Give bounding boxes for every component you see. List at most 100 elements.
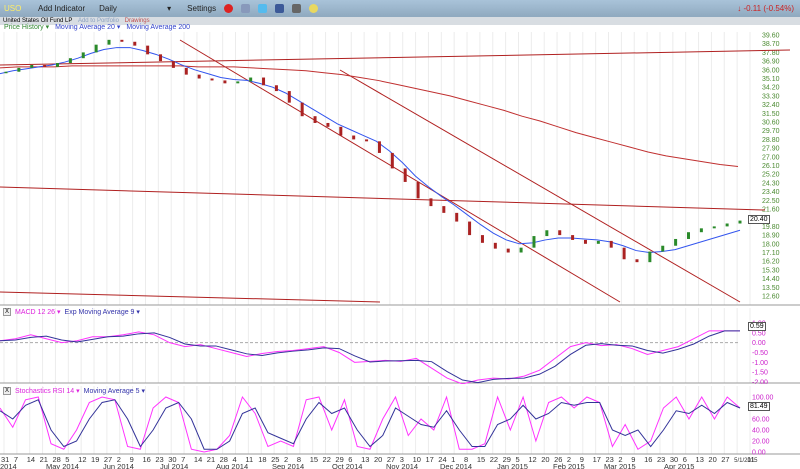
candle xyxy=(674,238,678,246)
ma200-line xyxy=(0,65,739,167)
candle xyxy=(184,67,188,75)
month-label: Aug 2014 xyxy=(216,462,248,469)
close-stoch-button[interactable]: X xyxy=(3,387,11,395)
macd-signal-toggle[interactable]: Exp Moving Average 9 ▾ xyxy=(65,308,140,316)
month-label: Mar 2015 xyxy=(604,462,636,469)
ma200-toggle[interactable]: Moving Average 200 xyxy=(126,24,190,31)
macd-chart: 1.000.500.00-0.50-1.00-1.50-2.00 xyxy=(0,308,800,384)
candle xyxy=(120,39,124,42)
candle xyxy=(712,226,716,229)
month-label: Jun 2014 xyxy=(103,462,134,469)
x-axis: 31 7 14 21 28 5 12 19 27 2 9 16 23 30 7 14 21 28 4 11 18 25 2 8… xyxy=(0,455,758,469)
candle xyxy=(365,139,369,142)
stoch-signal-toggle[interactable]: Moving Average 5 ▾ xyxy=(84,387,145,395)
month-label: Jul 2014 xyxy=(160,462,188,469)
y-tick-label: 27.90 xyxy=(762,146,780,153)
ma20-line xyxy=(0,47,741,254)
stoch-value: 81.49 xyxy=(748,402,770,411)
candle xyxy=(699,228,703,233)
candle xyxy=(313,116,317,123)
y-tick-label: 33.30 xyxy=(762,93,780,100)
x-tick-label: 19 xyxy=(91,455,99,464)
y-tick-label: 27.00 xyxy=(762,154,780,161)
candle xyxy=(725,223,729,227)
price-history-toggle[interactable]: Price History ▾ xyxy=(4,24,49,31)
y-tick-label: 18.90 xyxy=(762,233,780,240)
candle xyxy=(455,212,459,222)
macd-toggle[interactable]: MACD 12 26 ▾ xyxy=(15,308,61,316)
x-tick-label: 12 xyxy=(528,455,536,464)
x-tick-label: 17 xyxy=(425,455,433,464)
candle xyxy=(480,235,484,243)
close-macd-button[interactable]: X xyxy=(3,308,11,316)
candle xyxy=(94,44,98,53)
stoch-legend: X Stochastics RSI 14 ▾ Moving Average 5 … xyxy=(3,387,145,395)
ma20-toggle[interactable]: Moving Average 20 ▾ xyxy=(55,24,120,31)
candle xyxy=(635,259,639,263)
candle xyxy=(390,152,394,169)
trend-line xyxy=(179,39,621,303)
y-tick-label: 23.40 xyxy=(762,189,780,196)
candle xyxy=(300,102,304,117)
y-tick-label: 36.90 xyxy=(762,59,780,66)
x-tick-label: 15 xyxy=(310,455,318,464)
month-label: 2014 xyxy=(0,462,17,469)
y-tick-label: 26.10 xyxy=(762,163,780,170)
stoch-tick: 20.00 xyxy=(752,439,770,446)
y-tick-label: 22.50 xyxy=(762,198,780,205)
y-tick-label: 32.40 xyxy=(762,102,780,109)
candle xyxy=(171,61,175,68)
candle xyxy=(377,141,381,153)
candle xyxy=(274,85,278,92)
candle xyxy=(545,230,549,237)
x-tick-label: 13 xyxy=(696,455,704,464)
candle xyxy=(558,230,562,236)
trend-line xyxy=(339,69,741,303)
x-tick-label: 11 xyxy=(747,455,755,464)
candle xyxy=(197,74,201,79)
candle xyxy=(210,78,214,81)
candle xyxy=(609,240,613,248)
stoch-tick: 40.00 xyxy=(752,428,770,435)
y-tick-label: 18.00 xyxy=(762,241,780,248)
candle xyxy=(81,52,85,59)
y-tick-label: 17.10 xyxy=(762,250,780,257)
y-tick-label: 16.20 xyxy=(762,259,780,266)
candle xyxy=(519,247,523,253)
candle xyxy=(442,206,446,213)
x-tick-label: 17 xyxy=(593,455,601,464)
x-tick-label: 14 xyxy=(194,455,202,464)
candle xyxy=(56,63,60,67)
trend-line xyxy=(0,291,381,303)
macd-tick: -1.00 xyxy=(752,360,768,367)
month-label: May 2014 xyxy=(46,462,79,469)
y-tick-label: 39.60 xyxy=(762,33,780,40)
y-tick-label: 30.60 xyxy=(762,120,780,127)
candle xyxy=(493,242,497,249)
signal-line xyxy=(0,330,740,384)
candle xyxy=(738,220,742,224)
candle xyxy=(159,54,163,62)
y-tick-label: 36.00 xyxy=(762,67,780,74)
y-tick-label: 14.40 xyxy=(762,276,780,283)
price-chart[interactable]: 39.6038.7037.8036.9036.0035.1034.2033.30… xyxy=(0,0,800,306)
candle xyxy=(43,64,47,67)
x-tick-label: 14 xyxy=(27,455,35,464)
candle xyxy=(596,240,600,244)
month-label: Oct 2014 xyxy=(332,462,362,469)
x-tick-label: 12 xyxy=(78,455,86,464)
y-tick-label: 38.70 xyxy=(762,41,780,48)
candle xyxy=(17,67,21,72)
stoch-tick: 100.00 xyxy=(752,395,774,402)
candle xyxy=(133,41,137,46)
price-legend: Price History ▾ Moving Average 20 ▾ Movi… xyxy=(4,23,190,31)
y-tick-label: 19.80 xyxy=(762,224,780,231)
stoch-toggle[interactable]: Stochastics RSI 14 ▾ xyxy=(15,387,80,395)
candle xyxy=(4,71,8,74)
x-tick-label: 20 xyxy=(374,455,382,464)
x-tick-label: 27 xyxy=(721,455,729,464)
x-tick-label: 16 xyxy=(142,455,150,464)
y-tick-label: 13.50 xyxy=(762,285,780,292)
macd-legend: X MACD 12 26 ▾ Exp Moving Average 9 ▾ xyxy=(3,308,140,316)
stoch-ma-line xyxy=(0,399,741,450)
